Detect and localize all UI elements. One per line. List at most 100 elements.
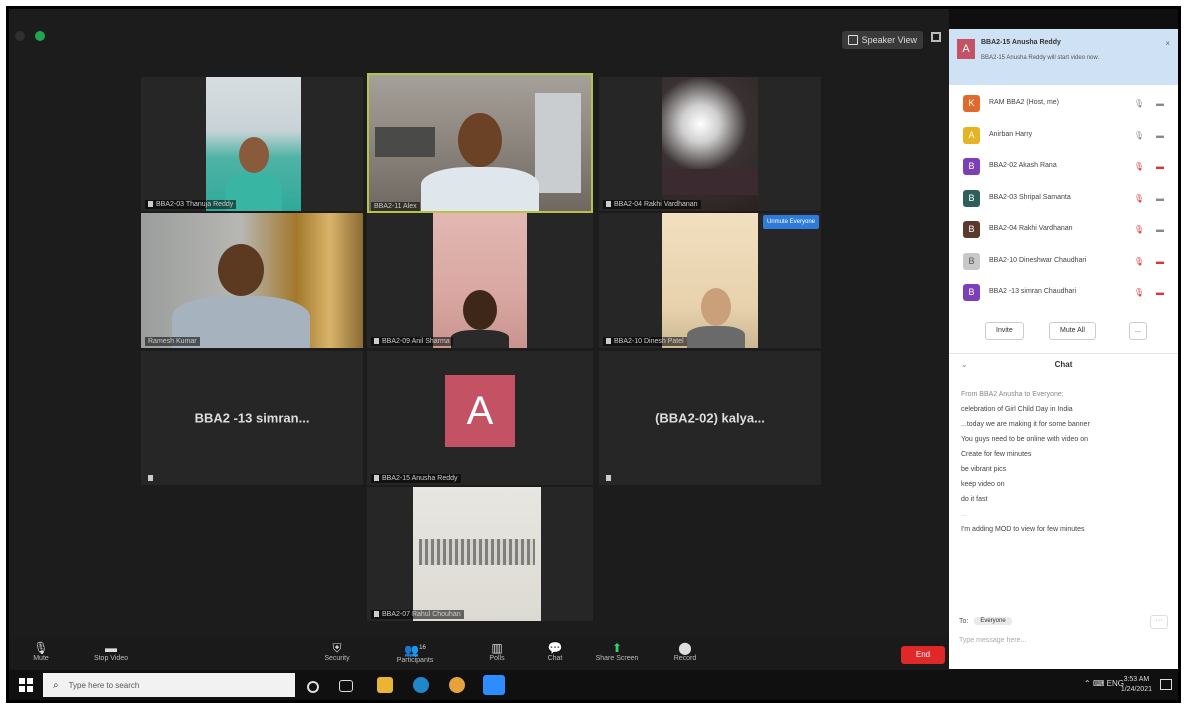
participant-name: RAM BBA2 (Host, me) xyxy=(989,99,1060,106)
microphone-muted-icon[interactable]: 🎙 xyxy=(1134,257,1144,266)
participant-name: BBA2-03 Thanuja Reddy xyxy=(145,200,237,209)
video-off-icon[interactable]: ▬ xyxy=(1156,257,1164,266)
participant-avatar: B xyxy=(963,284,980,301)
encryption-shield-icon[interactable] xyxy=(35,31,45,41)
more-button[interactable]: ... xyxy=(1129,322,1147,340)
record-icon: ⬤ xyxy=(678,641,692,655)
participant-name: BBA2-11 Alex xyxy=(371,202,420,211)
participant-row[interactable]: K RAM BBA2 (Host, me) 🎙 ▬ xyxy=(949,89,1178,121)
grid-icon xyxy=(847,35,858,45)
participant-row[interactable]: B BBA2-02 Akash Rana 🎙 ▬ xyxy=(949,152,1178,184)
microphone-icon[interactable]: 🎙 xyxy=(1134,99,1144,108)
microphone-muted-icon[interactable]: 🎙 xyxy=(1134,225,1144,234)
video-tile[interactable]: BBA2-10 Dinesh Patel Unmute Everyone xyxy=(599,213,821,348)
participant-row[interactable]: B BBA2-10 Dineshwar Chaudhari 🎙 ▬ xyxy=(949,247,1178,279)
video-off-icon[interactable]: ▬ xyxy=(1156,162,1164,171)
video-tile[interactable]: BBA2-09 Anil Sharma xyxy=(367,213,593,348)
windows-start-icon[interactable] xyxy=(19,678,33,692)
participant-video xyxy=(662,213,758,348)
zoom-app-icon[interactable] xyxy=(483,675,505,695)
polls-button[interactable]: ▥ Polls xyxy=(467,641,527,662)
participants-list: K RAM BBA2 (Host, me) 🎙 ▬ A Anirban Harr… xyxy=(949,89,1178,310)
mute-button[interactable]: 🎙 Mute xyxy=(11,641,71,662)
mic-muted-icon xyxy=(606,201,611,208)
taskbar-search-box[interactable]: ⌕ Type here to search xyxy=(43,673,295,697)
mic-muted-icon xyxy=(374,338,379,345)
participants-button[interactable]: 👥16 Participants xyxy=(385,641,445,664)
video-off-icon[interactable]: ▬ xyxy=(1156,288,1164,297)
chat-line: celebration of Girl Child Day in India xyxy=(961,406,1073,413)
video-camera-icon[interactable]: ▬ xyxy=(1156,194,1164,203)
video-camera-icon[interactable]: ▬ xyxy=(1156,225,1164,234)
stop-video-button[interactable]: ▬ Stop Video xyxy=(81,641,141,662)
notification-avatar: A xyxy=(957,39,975,59)
microphone-muted-icon[interactable]: 🎙 xyxy=(1134,288,1144,297)
participant-name: BBA2-02 Akash Rana xyxy=(989,162,1057,169)
chat-message-input[interactable]: Type message here... xyxy=(959,637,1026,644)
chat-header: ⌄ Chat xyxy=(949,353,1178,376)
record-button[interactable]: ⬤ Record xyxy=(655,641,715,662)
participant-row[interactable]: B BBA2-03 Shripal Samanta 🎙 ▬ xyxy=(949,184,1178,216)
video-tile[interactable]: BBA2-04 Rakhi Vardhanan xyxy=(599,77,821,211)
video-tile-off[interactable]: BBA2 -13 simran... xyxy=(141,351,363,485)
mic-muted-icon xyxy=(603,474,617,483)
notification-banner[interactable]: A BBA2-15 Anusha Reddy BBA2-15 Anusha Re… xyxy=(949,29,1178,85)
video-tile[interactable]: BBA2-07 Rahul Chouhan xyxy=(367,487,593,621)
close-icon[interactable]: × xyxy=(1165,39,1170,48)
chat-line: keep video on xyxy=(961,481,1005,488)
action-center-icon[interactable] xyxy=(1160,679,1172,690)
task-view-icon[interactable] xyxy=(339,680,353,692)
fullscreen-icon[interactable] xyxy=(931,32,941,42)
participant-video xyxy=(369,75,591,211)
system-tray[interactable]: ⌃ ⌨ ENG xyxy=(1084,679,1124,688)
end-meeting-button[interactable]: End xyxy=(901,646,945,664)
invite-button[interactable]: Invite xyxy=(985,322,1024,340)
participant-video xyxy=(662,77,758,211)
recipient-dropdown[interactable]: Everyone xyxy=(974,617,1012,625)
participant-row[interactable]: A Anirban Harry 🎙 ▬ xyxy=(949,121,1178,153)
cortana-icon[interactable] xyxy=(307,681,319,693)
participant-row[interactable]: B BBA2 -13 simran Chaudhari 🎙 ▬ xyxy=(949,278,1178,310)
chat-line: You guys need to be online with video on xyxy=(961,436,1089,443)
video-camera-icon[interactable]: ▬ xyxy=(1156,99,1164,108)
chat-more-button[interactable]: ··· xyxy=(1150,615,1168,629)
chat-button[interactable]: 💬 Chat xyxy=(525,641,585,662)
security-button[interactable]: ⛨ Security xyxy=(307,641,367,662)
file-explorer-icon[interactable] xyxy=(377,677,393,693)
mic-muted-icon xyxy=(606,338,611,345)
mute-all-button[interactable]: Mute All xyxy=(1049,322,1096,340)
participant-avatar: B xyxy=(963,252,980,270)
microphone-muted-icon[interactable]: 🎙 xyxy=(1134,162,1144,171)
notification-message: BBA2-15 Anusha Reddy will start video no… xyxy=(981,55,1100,61)
microphone-icon[interactable]: 🎙 xyxy=(1134,131,1144,140)
video-tile[interactable]: Ramesh Kumar xyxy=(141,213,363,348)
chat-bubble-icon: 💬 xyxy=(547,641,563,655)
participant-display-name: (BBA2-02) kalya... xyxy=(655,410,765,426)
clock[interactable]: 3:53 AM 1/24/2021 xyxy=(1121,675,1152,695)
share-screen-button[interactable]: ⬆ Share Screen xyxy=(587,641,647,662)
microphone-muted-icon[interactable]: 🎙 xyxy=(1134,194,1144,203)
video-camera-icon[interactable]: ▬ xyxy=(1156,131,1164,140)
polls-icon: ▥ xyxy=(491,641,503,655)
chevron-down-icon[interactable]: ⌄ xyxy=(961,354,968,376)
participant-row[interactable]: B BBA2-04 Rakhi Vardhanan 🎙 ▬ xyxy=(949,215,1178,247)
edge-icon[interactable] xyxy=(413,677,429,693)
meeting-status xyxy=(15,31,45,41)
participant-name: BBA2-10 Dinesh Patel xyxy=(603,337,687,346)
chat-line: ...today we are making it for some banne… xyxy=(961,421,1090,428)
video-tile-off[interactable]: (BBA2-02) kalya... xyxy=(599,351,821,485)
video-tile[interactable]: BBA2-03 Thanuja Reddy xyxy=(141,77,363,211)
participant-video xyxy=(141,213,363,348)
participant-display-name: BBA2 -13 simran... xyxy=(194,410,310,426)
participant-video xyxy=(433,213,527,348)
share-screen-icon: ⬆ xyxy=(611,641,623,655)
video-tile-off[interactable]: A BBA2-15 Anusha Reddy xyxy=(367,351,593,485)
chrome-icon[interactable] xyxy=(449,677,465,693)
active-speaker-tile[interactable]: BBA2-11 Alex xyxy=(367,73,593,213)
speaker-view-button[interactable]: Speaker View xyxy=(841,31,923,49)
chat-messages: From BBA2 Anusha to Everyone: celebratio… xyxy=(961,387,1166,537)
windows-taskbar: ⌕ Type here to search ⌃ ⌨ ENG 3:53 AM 1/… xyxy=(9,670,1178,700)
spotlight-badge[interactable]: Unmute Everyone xyxy=(762,215,819,229)
info-icon[interactable] xyxy=(15,31,25,41)
participant-video xyxy=(413,487,541,621)
